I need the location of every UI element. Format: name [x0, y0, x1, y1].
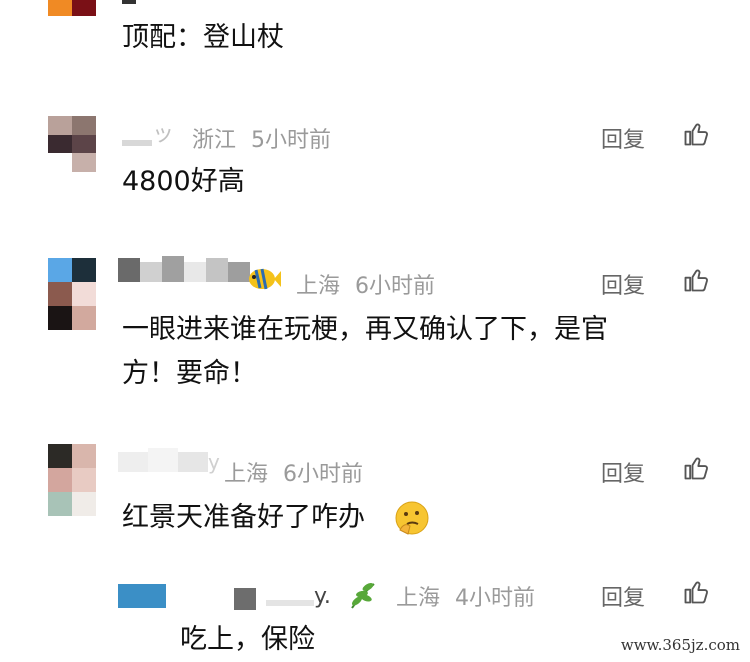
timestamp: 6小时前: [355, 274, 436, 299]
comment-text-line-1: 一眼进来谁在玩梗，再又确认了下，是官: [122, 314, 608, 345]
thinking-face-emoji-icon: [395, 501, 429, 535]
location: 上海: [396, 586, 441, 611]
comment-text: 4800好高: [122, 166, 245, 197]
comment-text: 吃上，保险: [180, 624, 315, 655]
timestamp: 5小时前: [251, 128, 332, 153]
comment-text-line-2: 方！要命！: [122, 358, 257, 389]
comment-text: 顶配：登山杖: [122, 22, 284, 53]
avatar[interactable]: [48, 0, 96, 16]
comment-meta: 上海 4小时前: [396, 580, 535, 612]
reply-button[interactable]: 回复: [601, 122, 645, 154]
username-blurred[interactable]: ッ: [122, 124, 182, 146]
thumbs-up-icon[interactable]: [682, 120, 710, 148]
reply-button[interactable]: 回复: [601, 268, 645, 300]
location: 上海: [224, 462, 269, 487]
fish-emoji-icon: [249, 268, 281, 290]
comment-meta: 上海 6小时前: [296, 268, 435, 300]
avatar[interactable]: [48, 258, 96, 330]
reply-button[interactable]: 回复: [601, 580, 645, 612]
avatar[interactable]: [118, 584, 166, 608]
watermark: www.365jz.com: [620, 636, 740, 654]
username-blurred[interactable]: [118, 256, 250, 282]
timestamp: 4小时前: [455, 586, 536, 611]
reply-button[interactable]: 回复: [601, 456, 645, 488]
username-blurred[interactable]: y: [118, 448, 222, 474]
username-blurred[interactable]: y.: [234, 584, 354, 610]
thumbs-up-icon[interactable]: [682, 454, 710, 482]
avatar[interactable]: [48, 444, 96, 516]
thumbs-up-icon[interactable]: [682, 578, 710, 606]
leaf-emoji-icon: [351, 583, 375, 609]
thumbs-up-icon[interactable]: [682, 266, 710, 294]
avatar[interactable]: [48, 116, 96, 172]
comment-meta: 浙江 5小时前: [192, 122, 331, 154]
comment-meta: 上海 6小时前: [224, 456, 363, 488]
location: 上海: [296, 274, 341, 299]
location: 浙江: [192, 128, 237, 153]
cropped-name: [122, 0, 136, 4]
timestamp: 6小时前: [283, 462, 364, 487]
comment-text: 红景天准备好了咋办: [122, 502, 365, 533]
